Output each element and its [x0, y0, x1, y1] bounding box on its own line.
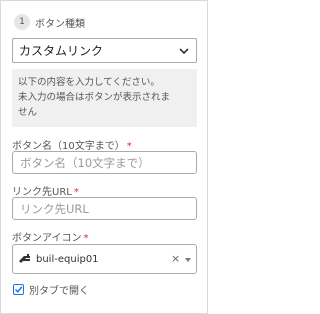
link-url-input[interactable] [12, 197, 197, 220]
required-mark: * [83, 233, 89, 244]
chevron-down-icon [179, 48, 189, 55]
caret-down-icon[interactable] [185, 258, 191, 262]
button-name-input[interactable] [12, 151, 197, 174]
info-line-1: 以下の内容を入力してください。 [18, 77, 160, 88]
new-tab-label: 別タブで開く [29, 285, 89, 297]
info-line-3: せん [18, 107, 38, 118]
info-message: 以下の内容を入力してください。 未入力の場合はボタンが表示されま せん [12, 69, 197, 127]
new-tab-option[interactable]: 別タブで開く [13, 282, 89, 297]
button-type-select[interactable]: カスタムリンク [12, 38, 197, 63]
new-tab-checkbox[interactable] [13, 283, 24, 295]
custom-button-settings-panel: 1 ボタン種類 カスタムリンク 以下の内容を入力してください。 未入力の場合はボ… [0, 0, 208, 314]
button-icon-select[interactable]: buil-equip01 × [12, 244, 197, 274]
button-icon-value: buil-equip01 [36, 253, 99, 265]
button-icon-label-text: ボタンアイコン [12, 233, 82, 244]
step-badge: 1 [14, 14, 30, 30]
equipment-icon [19, 254, 30, 263]
button-type-value: カスタムリンク [19, 44, 104, 58]
link-url-label: リンク先URL * [12, 183, 79, 198]
clear-icon[interactable]: × [171, 253, 180, 265]
section-header: 1 ボタン種類 [14, 13, 85, 31]
section-title: ボタン種類 [35, 18, 85, 30]
info-line-2: 未入力の場合はボタンが表示されま [18, 92, 171, 103]
checkmark-icon [14, 285, 23, 293]
button-icon-label: ボタンアイコン * [12, 229, 89, 244]
button-name-label: ボタン名（10文字まで） * [12, 137, 132, 152]
